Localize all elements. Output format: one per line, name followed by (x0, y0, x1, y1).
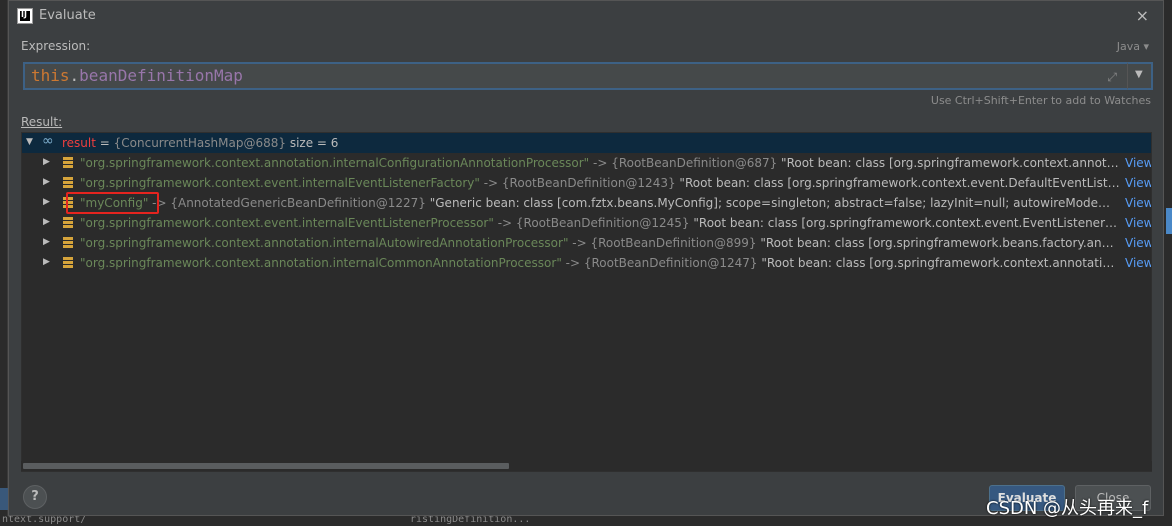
annotation-highlight-box (66, 192, 159, 214)
view-link[interactable]: View (1121, 236, 1151, 250)
entry-ref: {RootBeanDefinition@899} (590, 236, 757, 250)
entry-arrow: -> (493, 216, 516, 230)
map-entry-field-icon (63, 217, 73, 228)
view-link[interactable]: View (1121, 176, 1151, 190)
background-bottom-text-mid: ristingDefinition... (410, 516, 531, 525)
entry-arrow: -> (589, 156, 612, 170)
expand-arrow-icon[interactable]: ▶ (43, 157, 50, 167)
background-ide-left (0, 0, 8, 526)
expand-arrow-icon[interactable]: ▶ (43, 257, 50, 267)
dialog-titlebar: Evaluate × (9, 1, 1163, 31)
entry-arrow: -> (479, 176, 502, 190)
result-tree[interactable]: ▼ ∞ result = {ConcurrentHashMap@688} siz… (21, 132, 1152, 472)
map-entry-row[interactable]: ▶ "org.springframework.context.annotatio… (22, 233, 1151, 253)
view-link[interactable]: View (1121, 216, 1151, 230)
entry-key: "org.springframework.context.event.inter… (80, 216, 494, 230)
map-entry-row-myconfig[interactable]: ▶ "myConfig" -> {AnnotatedGenericBeanDef… (22, 193, 1151, 213)
entry-value: "Root bean: class [org.springframework.c… (761, 256, 1120, 270)
language-selector[interactable]: Java ▾ (1117, 40, 1149, 53)
map-entry-row[interactable]: ▶ "org.springframework.context.annotatio… (22, 253, 1151, 273)
map-entry-row[interactable]: ▶ "org.springframework.context.event.int… (22, 173, 1151, 193)
view-link[interactable]: View (1121, 256, 1151, 270)
entry-ref: {RootBeanDefinition@1247} (583, 256, 758, 270)
entry-key: "org.springframework.context.annotation.… (80, 236, 569, 250)
result-type: {ConcurrentHashMap@688} (113, 136, 286, 150)
dialog-title: Evaluate (39, 8, 96, 23)
help-button[interactable]: ? (23, 485, 47, 509)
map-entry-text: "org.springframework.context.event.inter… (80, 176, 1120, 190)
entry-value: "Root bean: class [org.springframework.c… (693, 216, 1120, 230)
entry-ref: {RootBeanDefinition@687} (611, 156, 778, 170)
chevron-down-icon: ▼ (1135, 69, 1143, 80)
view-link[interactable]: View (1121, 196, 1151, 210)
expression-text[interactable]: this.beanDefinitionMap (31, 66, 243, 85)
map-entry-text: "org.springframework.context.annotation.… (80, 236, 1120, 250)
entry-value: "Root bean: class [org.springframework.c… (781, 156, 1120, 170)
intellij-app-icon (17, 8, 33, 24)
expand-arrows-icon[interactable]: ⤢ (1107, 70, 1117, 85)
map-entry-field-icon (63, 177, 73, 188)
result-var-name: result (62, 136, 96, 150)
map-entry-row[interactable]: ▶ "org.springframework.context.event.int… (22, 213, 1151, 233)
map-entry-text: "org.springframework.context.annotation.… (80, 156, 1120, 170)
expression-history-dropdown[interactable]: ▼ (1127, 62, 1153, 90)
expression-keyword: this (31, 66, 70, 85)
entry-key: "org.springframework.context.annotation.… (80, 256, 562, 270)
result-equals: = (95, 136, 114, 150)
csdn-watermark: CSDN @从头再来_f (986, 498, 1149, 519)
expression-input[interactable]: this.beanDefinitionMap ⤢ (23, 62, 1127, 90)
entry-value: "Generic bean: class [com.fztx.beans.MyC… (429, 196, 1120, 210)
entry-ref: {AnnotatedGenericBeanDefinition@1227} (170, 196, 426, 210)
map-entry-text: "myConfig" -> {AnnotatedGenericBeanDefin… (80, 196, 1120, 210)
expand-arrow-icon[interactable]: ▶ (43, 217, 50, 227)
map-entry-row[interactable]: ▶ "org.springframework.context.annotatio… (22, 153, 1151, 173)
close-icon[interactable]: × (1136, 6, 1149, 25)
horizontal-scrollbar[interactable] (21, 461, 1152, 471)
expression-dot: . (69, 66, 80, 85)
background-ide-left-marker (0, 488, 8, 510)
map-entry-text: "org.springframework.context.event.inter… (80, 216, 1120, 230)
background-ide-right (1164, 0, 1172, 526)
map-entry-field-icon (63, 237, 73, 248)
map-entry-field-icon (63, 257, 73, 268)
watch-infinity-icon: ∞ (42, 133, 54, 149)
expand-arrow-icon[interactable]: ▶ (43, 197, 50, 207)
entry-arrow: -> (568, 236, 591, 250)
expression-label: Expression: (21, 39, 91, 53)
entry-key: "org.springframework.context.annotation.… (80, 156, 590, 170)
result-label: Result: (21, 115, 63, 129)
view-link[interactable]: View (1121, 156, 1151, 170)
result-root-text: result = {ConcurrentHashMap@688} size = … (62, 136, 338, 150)
expand-arrow-icon[interactable]: ▶ (43, 237, 50, 247)
map-entry-text: "org.springframework.context.annotation.… (80, 256, 1120, 270)
map-entry-field-icon (63, 157, 73, 168)
entry-arrow: -> (561, 256, 584, 270)
expand-arrow-icon[interactable]: ▶ (43, 177, 50, 187)
result-root-row[interactable]: ▼ ∞ result = {ConcurrentHashMap@688} siz… (22, 133, 1151, 153)
background-bottom-text-left: ntext.support/ (2, 516, 87, 525)
expression-field: beanDefinitionMap (79, 66, 243, 85)
background-ide-right-marker (1166, 208, 1172, 234)
entry-value: "Root bean: class [org.springframework.b… (760, 236, 1120, 250)
collapse-arrow-icon[interactable]: ▼ (26, 137, 33, 147)
entry-ref: {RootBeanDefinition@1243} (501, 176, 676, 190)
add-to-watches-hint: Use Ctrl+Shift+Enter to add to Watches (930, 94, 1151, 107)
entry-value: "Root bean: class [org.springframework.c… (679, 176, 1120, 190)
horizontal-scrollbar-thumb[interactable] (23, 463, 509, 469)
entry-ref: {RootBeanDefinition@1245} (515, 216, 690, 230)
evaluate-dialog: Evaluate × Expression: Java ▾ this.beanD… (8, 0, 1164, 516)
entry-key: "org.springframework.context.event.inter… (80, 176, 480, 190)
result-size: size = 6 (286, 136, 339, 150)
